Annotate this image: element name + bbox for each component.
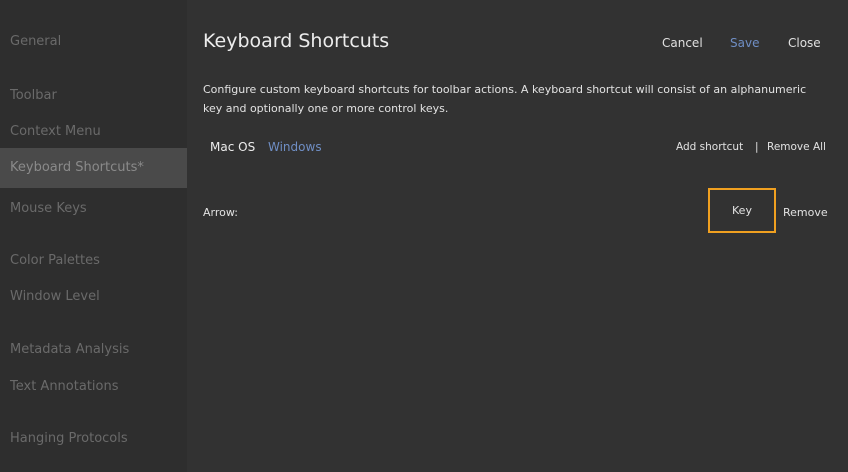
keyboard-shortcuts-panel: Keyboard Shortcuts Cancel Save Close Con… bbox=[187, 0, 848, 472]
sidebar-item-hanging-protocols[interactable]: Hanging Protocols bbox=[0, 419, 187, 459]
sidebar-item-color-palettes[interactable]: Color Palettes bbox=[0, 241, 187, 281]
remove-shortcut-button[interactable]: Remove bbox=[783, 206, 828, 219]
actions-separator: | bbox=[755, 141, 759, 153]
shortcut-key-input[interactable]: Key bbox=[708, 188, 776, 233]
sidebar-item-text-annotations[interactable]: Text Annotations bbox=[0, 367, 187, 407]
tab-windows[interactable]: Windows bbox=[268, 140, 322, 154]
sidebar-item-general[interactable]: General bbox=[0, 22, 187, 62]
settings-sidebar: General Toolbar Context Menu Keyboard Sh… bbox=[0, 0, 187, 472]
page-description: Configure custom keyboard shortcuts for … bbox=[203, 83, 807, 115]
remove-all-link[interactable]: Remove All bbox=[767, 141, 826, 153]
sidebar-item-metadata-analysis[interactable]: Metadata Analysis bbox=[0, 330, 187, 370]
sidebar-item-toolbar[interactable]: Toolbar bbox=[0, 76, 187, 116]
sidebar-item-mouse-keys[interactable]: Mouse Keys bbox=[0, 189, 187, 229]
page-title: Keyboard Shortcuts bbox=[203, 30, 390, 52]
add-shortcut-link[interactable]: Add shortcut bbox=[676, 141, 743, 153]
shortcut-action-label: Arrow: bbox=[203, 206, 238, 219]
sidebar-item-window-level[interactable]: Window Level bbox=[0, 277, 187, 317]
sidebar-item-keyboard-shortcuts[interactable]: Keyboard Shortcuts* bbox=[0, 148, 187, 188]
close-button[interactable]: Close bbox=[788, 36, 821, 50]
sidebar-item-context-menu[interactable]: Context Menu bbox=[0, 112, 187, 152]
tab-mac-os[interactable]: Mac OS bbox=[210, 140, 255, 154]
cancel-button[interactable]: Cancel bbox=[662, 36, 703, 50]
save-button[interactable]: Save bbox=[730, 36, 759, 50]
